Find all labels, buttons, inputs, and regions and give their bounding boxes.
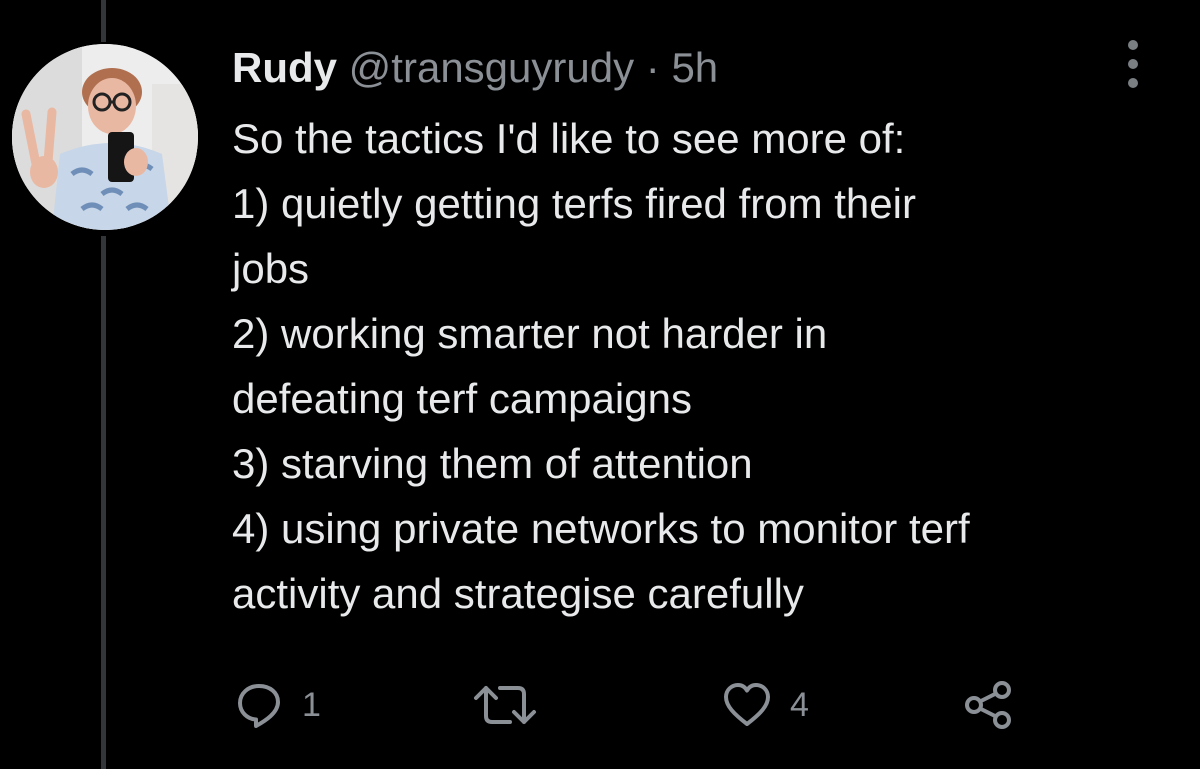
tweet-text-line: activity and strategise carefully <box>232 570 804 617</box>
tweet-header: Rudy @transguyrudy · 5h <box>232 42 718 94</box>
share-nodes-icon <box>965 681 1011 729</box>
retweet-arrows-icon <box>474 686 536 724</box>
more-dot <box>1128 59 1138 69</box>
author-handle[interactable]: @transguyrudy <box>349 44 634 91</box>
tweet-text-line: 4) using private networks to monitor ter… <box>232 505 970 552</box>
more-dot <box>1128 78 1138 88</box>
share-button[interactable] <box>962 680 1014 730</box>
reply-count: 1 <box>302 686 321 724</box>
tweet-timestamp[interactable]: 5h <box>671 44 718 91</box>
thread-line-top <box>101 0 106 42</box>
tweet-text-line: 1) quietly getting terfs fired from thei… <box>232 180 916 227</box>
comment-bubble-icon <box>238 684 280 728</box>
tweet-text-line: jobs <box>232 245 310 292</box>
tweet-text-line: defeating terf campaigns <box>232 375 692 422</box>
reply-button[interactable]: 1 <box>234 680 321 730</box>
header-separator: · <box>645 44 660 91</box>
retweet-button[interactable] <box>472 680 556 730</box>
tweet-text-line: 2) working smarter not harder in <box>232 310 828 357</box>
more-vertical-icon <box>1128 40 1138 50</box>
more-options-button[interactable] <box>1118 40 1148 88</box>
like-count: 4 <box>790 686 809 724</box>
heart-icon <box>724 683 770 726</box>
avatar-photo <box>12 44 198 230</box>
thread-line-bottom <box>101 236 106 769</box>
author-display-name[interactable]: Rudy <box>232 44 337 91</box>
tweet-text-line: So the tactics I'd like to see more of: <box>232 115 906 162</box>
avatar[interactable] <box>12 44 198 230</box>
like-button[interactable]: 4 <box>722 680 809 730</box>
tweet-text-line: 3) starving them of attention <box>232 440 753 487</box>
tweet-text: So the tactics I'd like to see more of: … <box>232 106 1172 626</box>
